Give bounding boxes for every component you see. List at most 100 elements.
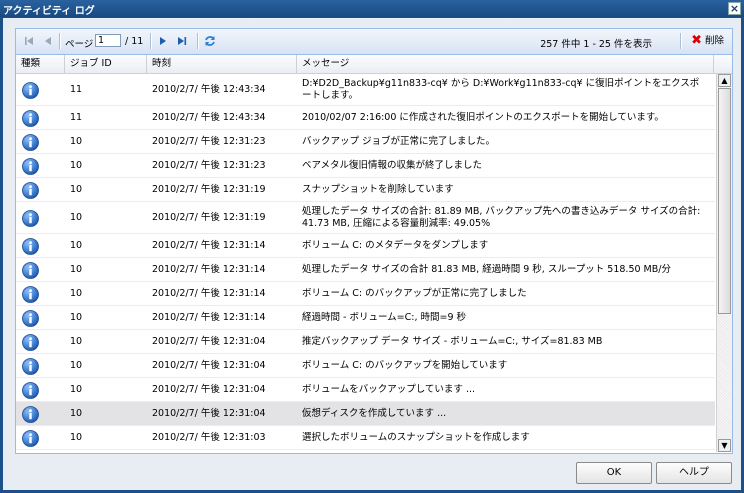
message-cell: D:¥D2D_Backup¥g11n833-cq¥ から D:¥Work¥g11…	[302, 78, 700, 101]
time-cell: 2010/2/7/ 午後 12:31:04	[152, 336, 266, 347]
ok-button[interactable]: OK	[576, 462, 652, 484]
table-row[interactable]: 10 2010/2/7/ 午後 12:31:04 ボリュームをバックアップしています…	[16, 378, 715, 402]
message-cell: ボリューム C: のバックアップを開始しています	[302, 360, 508, 371]
log-rows: 11 2010/2/7/ 午後 12:43:34 D:¥D2D_Backup¥g11…	[16, 74, 715, 452]
message-cell: 処理したデータ サイズの合計: 81.89 MB, バックアップ先への書き込みデ…	[302, 206, 701, 229]
job-id-cell: 10	[70, 240, 83, 251]
column-header-type[interactable]: 種類	[16, 55, 65, 73]
table-row[interactable]: 10 2010/2/7/ 午後 12:31:14 経過時間 - ボリューム=C:, …	[16, 306, 715, 330]
job-id-cell: 10	[70, 384, 83, 395]
message-cell: バックアップ ジョブが正常に完了しました。	[302, 136, 496, 147]
time-cell: 2010/2/7/ 午後 12:31:14	[152, 264, 266, 275]
table-row[interactable]: 11 2010/2/7/ 午後 12:43:34 D:¥D2D_Backup¥g11…	[16, 74, 715, 106]
message-cell: 処理したデータ サイズの合計 81.83 MB, 経過時間 9 秒, スループッ…	[302, 264, 671, 275]
time-cell: 2010/2/7/ 午後 12:31:19	[152, 212, 266, 223]
page-number-input[interactable]	[95, 34, 121, 47]
message-cell: ボリュームをバックアップしています ...	[302, 384, 476, 395]
page-label: ページ	[65, 39, 94, 50]
table-row[interactable]: 10 2010/2/7/ 午後 12:31:23 ベアメタル復旧情報の収集が終了しま…	[16, 154, 715, 178]
table-row[interactable]: 10 2010/2/7/ 午後 12:31:14 処理したデータ サイズの合計 81…	[16, 258, 715, 282]
table-row[interactable]: 11 2010/2/7/ 午後 12:43:34 2010/02/07 2:16:0…	[16, 106, 715, 130]
info-icon	[22, 262, 39, 279]
message-cell: ボリューム C: のバックアップが正常に完了しました	[302, 288, 527, 299]
job-id-cell: 10	[70, 408, 83, 419]
window-title: アクティビティ ログ	[3, 6, 95, 17]
scroll-up-icon[interactable]: ▲	[718, 74, 731, 87]
info-icon	[22, 82, 39, 99]
table-row[interactable]: 10 2010/2/7/ 午後 12:31:23 バックアップ ジョブが正常に完了し…	[16, 130, 715, 154]
log-grid-panel: ページ / 11 257 件中 1 - 25 件を表示	[15, 28, 733, 454]
job-id-cell: 10	[70, 212, 83, 223]
job-id-cell: 11	[70, 112, 83, 123]
table-row[interactable]: 10 2010/2/7/ 午後 12:31:03 選択したボリュームのスナップショッ…	[16, 426, 715, 450]
time-cell: 2010/2/7/ 午後 12:43:34	[152, 112, 266, 123]
table-row[interactable]: 10 2010/2/7/ 午後 12:31:19 スナップショットを削除しています	[16, 178, 715, 202]
table-row[interactable]: 10 2010/2/7/ 午後 12:31:04 ボリューム C: のバックアップを…	[16, 354, 715, 378]
info-icon	[22, 310, 39, 327]
info-icon	[22, 158, 39, 175]
info-icon	[22, 406, 39, 423]
info-icon	[22, 238, 39, 255]
job-id-cell: 11	[70, 84, 83, 95]
job-id-cell: 10	[70, 160, 83, 171]
info-icon	[22, 430, 39, 447]
activity-log-window: アクティビティ ログ × ページ / 11	[0, 0, 744, 493]
time-cell: 2010/2/7/ 午後 12:31:04	[152, 360, 266, 371]
toolbar-separator	[680, 33, 682, 49]
toolbar-separator	[150, 33, 152, 49]
time-cell: 2010/2/7/ 午後 12:31:19	[152, 184, 266, 195]
time-cell: 2010/2/7/ 午後 12:43:34	[152, 84, 266, 95]
info-icon	[22, 210, 39, 227]
message-cell: 推定バックアップ データ サイズ - ボリューム=C:, サイズ=81.83 M…	[302, 336, 603, 347]
vertical-scrollbar[interactable]: ▲ ▼	[716, 74, 732, 452]
table-row[interactable]: 10 2010/2/7/ 午後 12:31:14 ボリューム C: のバックアップが…	[16, 282, 715, 306]
message-cell: スナップショットを削除しています	[302, 184, 454, 195]
title-bar: アクティビティ ログ ×	[0, 0, 744, 17]
message-cell: 2010/02/07 2:16:00 に作成された復旧ポイントのエクスポートを開…	[302, 112, 664, 123]
scroll-thumb[interactable]	[718, 88, 731, 314]
table-row[interactable]: 10 2010/2/7/ 午後 12:31:14 ボリューム C: のメタデータをダ…	[16, 234, 715, 258]
table-row[interactable]: 10 2010/2/7/ 午後 12:31:19 処理したデータ サイズの合計: 8…	[16, 202, 715, 234]
toolbar-separator	[197, 33, 199, 49]
column-header-message[interactable]: メッセージ	[297, 55, 714, 73]
first-page-icon[interactable]	[22, 34, 36, 48]
info-icon	[22, 358, 39, 375]
record-count-info: 257 件中 1 - 25 件を表示	[540, 39, 652, 50]
prev-page-icon[interactable]	[41, 34, 55, 48]
info-icon	[22, 286, 39, 303]
table-row[interactable]: 10 2010/2/7/ 午後 12:31:04 推定バックアップ データ サイズ …	[16, 330, 715, 354]
refresh-icon[interactable]	[203, 34, 217, 48]
next-page-icon[interactable]	[156, 34, 170, 48]
toolbar-separator	[59, 33, 61, 49]
job-id-cell: 10	[70, 336, 83, 347]
delete-button[interactable]: ✖ 削除	[691, 33, 724, 49]
job-id-cell: 10	[70, 288, 83, 299]
table-row[interactable]: 10 2010/2/7/ 午後 12:31:04 仮想ディスクを作成しています ..…	[16, 402, 715, 426]
column-header-time[interactable]: 時刻	[147, 55, 297, 73]
job-id-cell: 10	[70, 360, 83, 371]
close-button[interactable]: ×	[728, 2, 741, 15]
dialog-body: ページ / 11 257 件中 1 - 25 件を表示	[3, 18, 741, 490]
time-cell: 2010/2/7/ 午後 12:31:14	[152, 240, 266, 251]
column-header-job-id[interactable]: ジョブ ID	[65, 55, 147, 73]
time-cell: 2010/2/7/ 午後 12:31:04	[152, 408, 266, 419]
paging-toolbar: ページ / 11 257 件中 1 - 25 件を表示	[16, 29, 732, 55]
time-cell: 2010/2/7/ 午後 12:31:23	[152, 136, 266, 147]
info-icon	[22, 110, 39, 127]
message-cell: 仮想ディスクを作成しています ...	[302, 408, 447, 419]
job-id-cell: 10	[70, 184, 83, 195]
message-cell: ベアメタル復旧情報の収集が終了しました	[302, 160, 483, 171]
scroll-down-icon[interactable]: ▼	[718, 439, 731, 452]
message-cell: 経過時間 - ボリューム=C:, 時間=9 秒	[302, 312, 467, 323]
help-button[interactable]: ヘルプ	[656, 462, 732, 484]
last-page-icon[interactable]	[175, 34, 189, 48]
message-cell: 選択したボリュームのスナップショットを作成します	[302, 432, 530, 443]
delete-label: 削除	[704, 35, 724, 47]
time-cell: 2010/2/7/ 午後 12:31:14	[152, 288, 266, 299]
time-cell: 2010/2/7/ 午後 12:31:04	[152, 384, 266, 395]
page-total: / 11	[125, 36, 144, 47]
delete-icon: ✖	[691, 33, 702, 48]
info-icon	[22, 182, 39, 199]
job-id-cell: 10	[70, 264, 83, 275]
job-id-cell: 10	[70, 136, 83, 147]
